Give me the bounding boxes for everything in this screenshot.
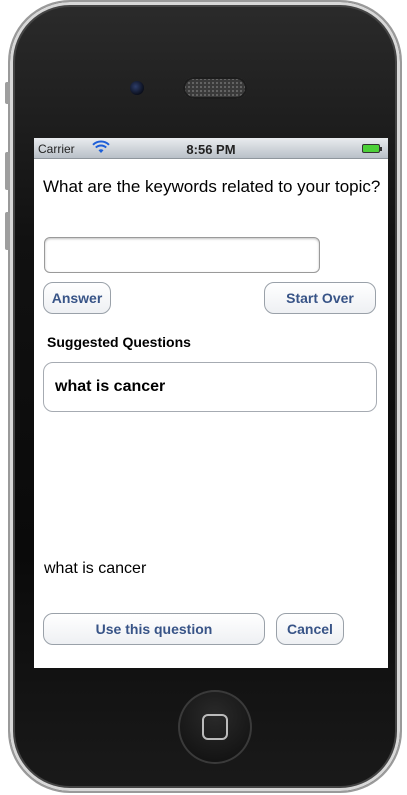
cancel-button[interactable]: Cancel bbox=[276, 613, 344, 645]
start-over-button[interactable]: Start Over bbox=[264, 282, 376, 314]
selected-question-text: what is cancer bbox=[44, 560, 147, 577]
battery-icon bbox=[362, 144, 382, 153]
camera-icon bbox=[130, 81, 144, 95]
status-bar: Carrier 8:56 PM bbox=[34, 138, 388, 159]
mute-switch bbox=[5, 82, 10, 104]
keywords-input[interactable] bbox=[44, 237, 320, 273]
speaker-grille bbox=[183, 77, 247, 99]
status-time: 8:56 PM bbox=[186, 142, 236, 157]
use-question-button[interactable]: Use this question bbox=[43, 613, 265, 645]
answer-button[interactable]: Answer bbox=[43, 282, 111, 314]
app-screen: Carrier 8:56 PM What are the keywords re… bbox=[34, 138, 388, 668]
suggested-questions-title: Suggested Questions bbox=[47, 334, 191, 350]
suggested-question-item[interactable]: what is cancer bbox=[43, 362, 377, 412]
keywords-prompt: What are the keywords related to your to… bbox=[43, 177, 381, 196]
volume-down-button bbox=[5, 212, 10, 250]
home-button[interactable] bbox=[178, 690, 252, 764]
suggested-question-label: what is cancer bbox=[55, 378, 166, 395]
home-square-icon bbox=[202, 714, 228, 740]
volume-up-button bbox=[5, 152, 10, 190]
